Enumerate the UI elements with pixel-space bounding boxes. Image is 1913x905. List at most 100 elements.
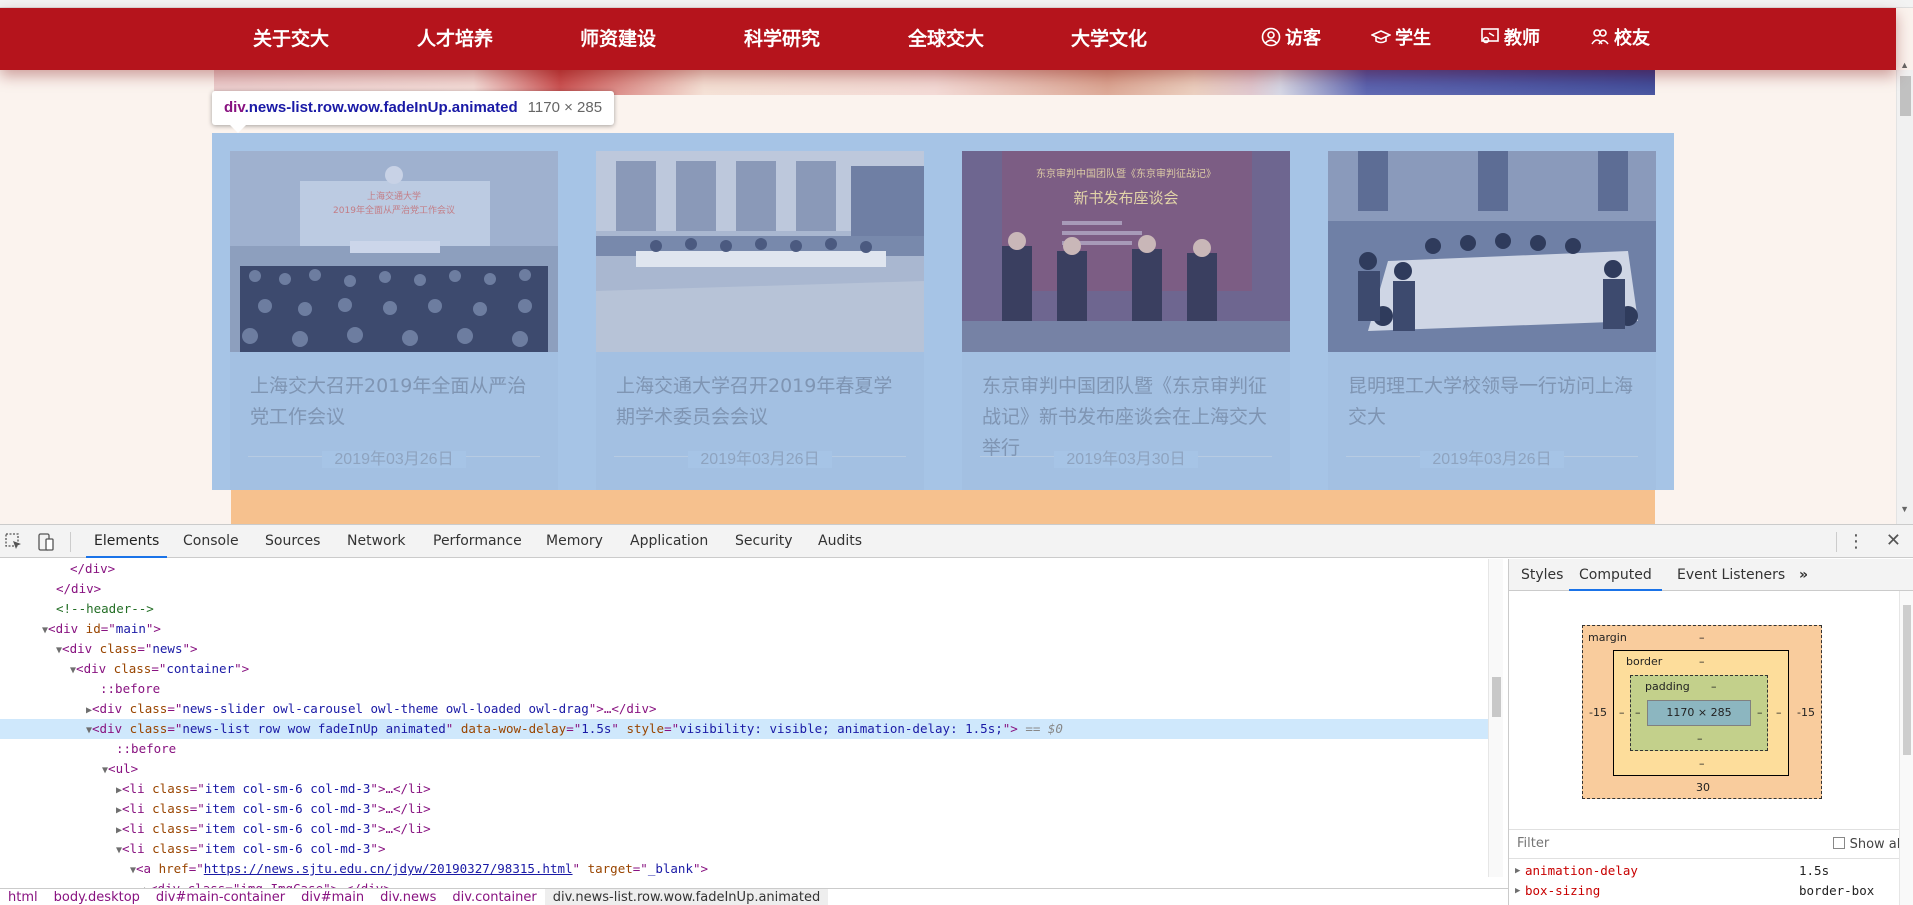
sidebar-scrollbar-thumb[interactable] [1903,605,1911,755]
tab-sources[interactable]: Sources [265,525,320,558]
dom-pseudo[interactable]: ::before [0,679,1488,699]
close-icon[interactable]: ✕ [1886,530,1901,551]
nav-global[interactable]: 全球交大 [908,8,984,70]
nav-student-label: 学生 [1395,28,1431,49]
dom-node[interactable]: ▶<li class="item col-sm-6 col-md-3">…</l… [0,819,1488,839]
dom-node[interactable]: </div> [0,559,1488,579]
dom-node-selected[interactable]: ▼<div class="news-list row wow fadeInUp … [0,719,1488,739]
dom-href-link[interactable]: https://news.sjtu.edu.cn/jdyw/20190327/9… [204,861,573,876]
page-scrollbar-thumb[interactable] [1900,76,1911,116]
sidebar-scrollbar[interactable] [1899,591,1913,905]
computed-property-row[interactable]: ▶ box-sizing border-box [1509,881,1913,901]
tab-performance[interactable]: Performance [433,525,522,558]
breadcrumb-item[interactable]: div#main-container [148,889,293,905]
breadcrumb-item[interactable]: html [0,889,46,905]
computed-property-row[interactable]: ▶ animation-delay 1.5s [1509,861,1913,881]
breadcrumb-item[interactable]: div.container [444,889,544,905]
dom-pseudo[interactable]: ::before [0,739,1488,759]
tab-memory[interactable]: Memory [546,525,603,558]
news-date: 2019年03月26日 [230,445,558,469]
news-photo[interactable] [1328,151,1656,352]
news-photo[interactable]: 东京审判中国团队暨《东京审判征战记》 新书发布座谈会 [962,151,1290,352]
news-photo[interactable] [596,151,924,352]
show-all-label: Show all [1849,837,1904,852]
tab-network[interactable]: Network [347,525,405,558]
dom-node[interactable]: ▶<li class="item col-sm-6 col-md-3">…</l… [0,799,1488,819]
padding-right-value: – [1757,706,1763,719]
tab-elements[interactable]: Elements [86,525,168,558]
breadcrumb-item[interactable]: div#main [293,889,372,905]
browser-top-strip [0,0,1913,8]
dom-comment[interactable]: <!--header--> [0,599,1488,619]
tab-styles[interactable]: Styles [1521,559,1563,591]
box-model-margin-label: margin [1588,631,1627,644]
nav-alumni[interactable]: 校友 [1590,8,1650,70]
expand-arrow-icon[interactable]: ▶ [1515,881,1520,901]
news-title[interactable]: 昆明理工大学校领导一行访问上海交大 [1348,371,1638,433]
show-all-checkbox[interactable]: Show all [1832,837,1904,852]
scroll-up-arrow-icon[interactable]: ▲ [1900,60,1909,70]
more-options-icon[interactable]: ⋮ [1847,531,1865,552]
tab-application[interactable]: Application [630,525,708,558]
border-right-value: – [1776,706,1782,719]
breadcrumb-item[interactable]: div.news [372,889,444,905]
news-date: 2019年03月26日 [596,445,924,469]
device-toolbar-icon[interactable] [36,532,56,552]
news-date: 2019年03月26日 [1328,445,1656,469]
dom-tree-scrollbar-thumb[interactable] [1492,677,1501,717]
devtools-panel: Elements Console Sources Network Perform… [0,524,1913,905]
checkbox-icon [1832,837,1845,849]
nav-education[interactable]: 人才培养 [417,8,493,70]
box-model-diagram: margin – -15 -15 30 border – – – – paddi… [1582,625,1822,799]
tooltip-classes: .news-list.row.wow.fadeInUp.animated [244,99,518,116]
scroll-down-arrow-icon[interactable]: ▼ [1900,504,1909,514]
dom-tree-scrollbar[interactable] [1488,559,1503,877]
dom-node[interactable]: ▼<div class="news"> [0,639,1488,659]
nav-teacher[interactable]: 教师 [1480,8,1540,70]
tab-security[interactable]: Security [735,525,793,558]
news-card[interactable]: 东京审判中国团队暨《东京审判征战记》 新书发布座谈会 东京审判中国团队暨《东京审… [962,151,1290,490]
margin-left-value: -15 [1589,706,1607,719]
photo-caption-line2: 新书发布座谈会 [1073,189,1178,207]
inspect-element-icon[interactable] [4,532,24,552]
tab-event-listeners[interactable]: Event Listeners [1677,559,1785,591]
dom-tree[interactable]: </div> </div> <!--header--> ▼<div id="ma… [0,559,1488,889]
dom-node[interactable]: ▼<li class="item col-sm-6 col-md-3"> [0,839,1488,859]
computed-filter-bar: Show all [1509,829,1913,859]
nav-culture[interactable]: 大学文化 [1071,8,1147,70]
news-photo[interactable]: 上海交通大学 2019年全面从严治党工作会议 [230,151,558,352]
breadcrumb-item[interactable]: body.desktop [46,889,148,905]
news-card[interactable]: 上海交通大学召开2019年春夏学期学术委员会会议 2019年03月26日 [596,151,924,490]
border-top-value: – [1699,655,1705,668]
news-card[interactable]: 上海交通大学 2019年全面从严治党工作会议 上海交大召开2019年全面从严治党… [230,151,558,490]
nav-faculty[interactable]: 师资建设 [580,8,656,70]
nav-research[interactable]: 科学研究 [744,8,820,70]
page-scrollbar[interactable] [1896,70,1913,524]
sidebar-tabs: Styles Computed Event Listeners » [1509,559,1913,591]
dom-node[interactable]: </div> [0,579,1488,599]
breadcrumb-item-active[interactable]: div.news-list.row.wow.fadeInUp.animated [544,889,829,905]
nav-student[interactable]: 学生 [1371,8,1431,70]
dom-node[interactable]: ▼<a href="https://news.sjtu.edu.cn/jdyw/… [0,859,1488,879]
dom-node[interactable]: ▼<ul> [0,759,1488,779]
dom-node[interactable]: ▶<div class="news-slider owl-carousel ow… [0,699,1488,719]
dom-node[interactable]: ▼<div class="container"> [0,659,1488,679]
more-tabs-icon[interactable]: » [1799,559,1808,591]
nav-visitor[interactable]: 访客 [1261,8,1321,70]
tab-audits[interactable]: Audits [818,525,862,558]
news-title[interactable]: 上海交通大学召开2019年春夏学期学术委员会会议 [616,371,906,433]
filter-input[interactable] [1517,836,1737,851]
breadcrumb: html body.desktop div#main-container div#ma… [0,888,1508,905]
box-model-content[interactable]: 1170 × 285 [1647,700,1751,726]
page-viewport: 关于交大 人才培养 师资建设 科学研究 全球交大 大学文化 访客 学生 教师 校… [0,0,1913,524]
dom-node[interactable]: ▼<div id="main"> [0,619,1488,639]
tab-computed[interactable]: Computed [1569,559,1662,591]
margin-top-value: – [1699,631,1705,644]
dom-node[interactable]: ▶<li class="item col-sm-6 col-md-3">…</l… [0,779,1488,799]
nav-about[interactable]: 关于交大 [253,8,329,70]
news-card[interactable]: 昆明理工大学校领导一行访问上海交大 2019年03月26日 [1328,151,1656,490]
expand-arrow-icon[interactable]: ▶ [1515,861,1520,881]
tab-console[interactable]: Console [183,525,239,558]
box-model-border: border – – – – padding – – – – 1170 × 28… [1613,650,1789,776]
news-title[interactable]: 上海交大召开2019年全面从严治党工作会议 [250,371,540,433]
